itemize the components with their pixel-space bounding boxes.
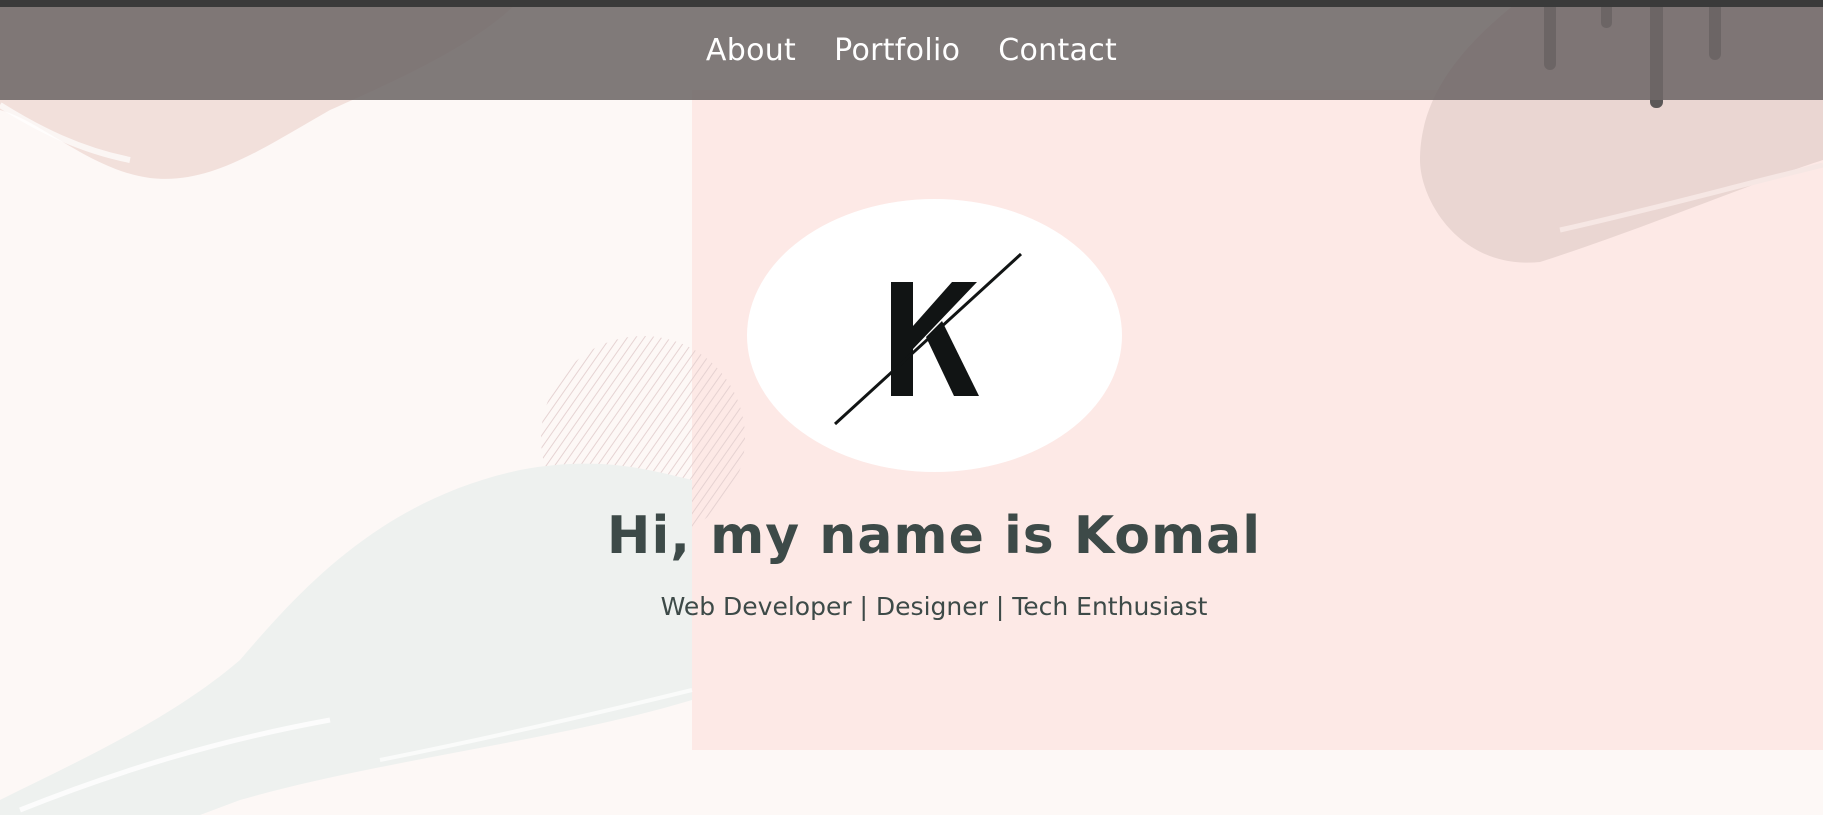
nav-link-about[interactable]: About <box>706 33 796 68</box>
nav-link-portfolio[interactable]: Portfolio <box>834 33 960 68</box>
logo-badge <box>747 199 1122 472</box>
top-navbar: About Portfolio Contact <box>0 7 1823 100</box>
nav-link-contact[interactable]: Contact <box>998 33 1117 68</box>
hero-subtitle: Web Developer | Designer | Tech Enthusia… <box>660 592 1208 621</box>
hero-title: Hi, my name is Komal <box>606 506 1262 566</box>
top-edge-strip <box>0 0 1823 7</box>
hero-section: Hi, my name is Komal Web Developer | Des… <box>0 100 1823 815</box>
k-monogram-logo-icon <box>833 252 1023 426</box>
